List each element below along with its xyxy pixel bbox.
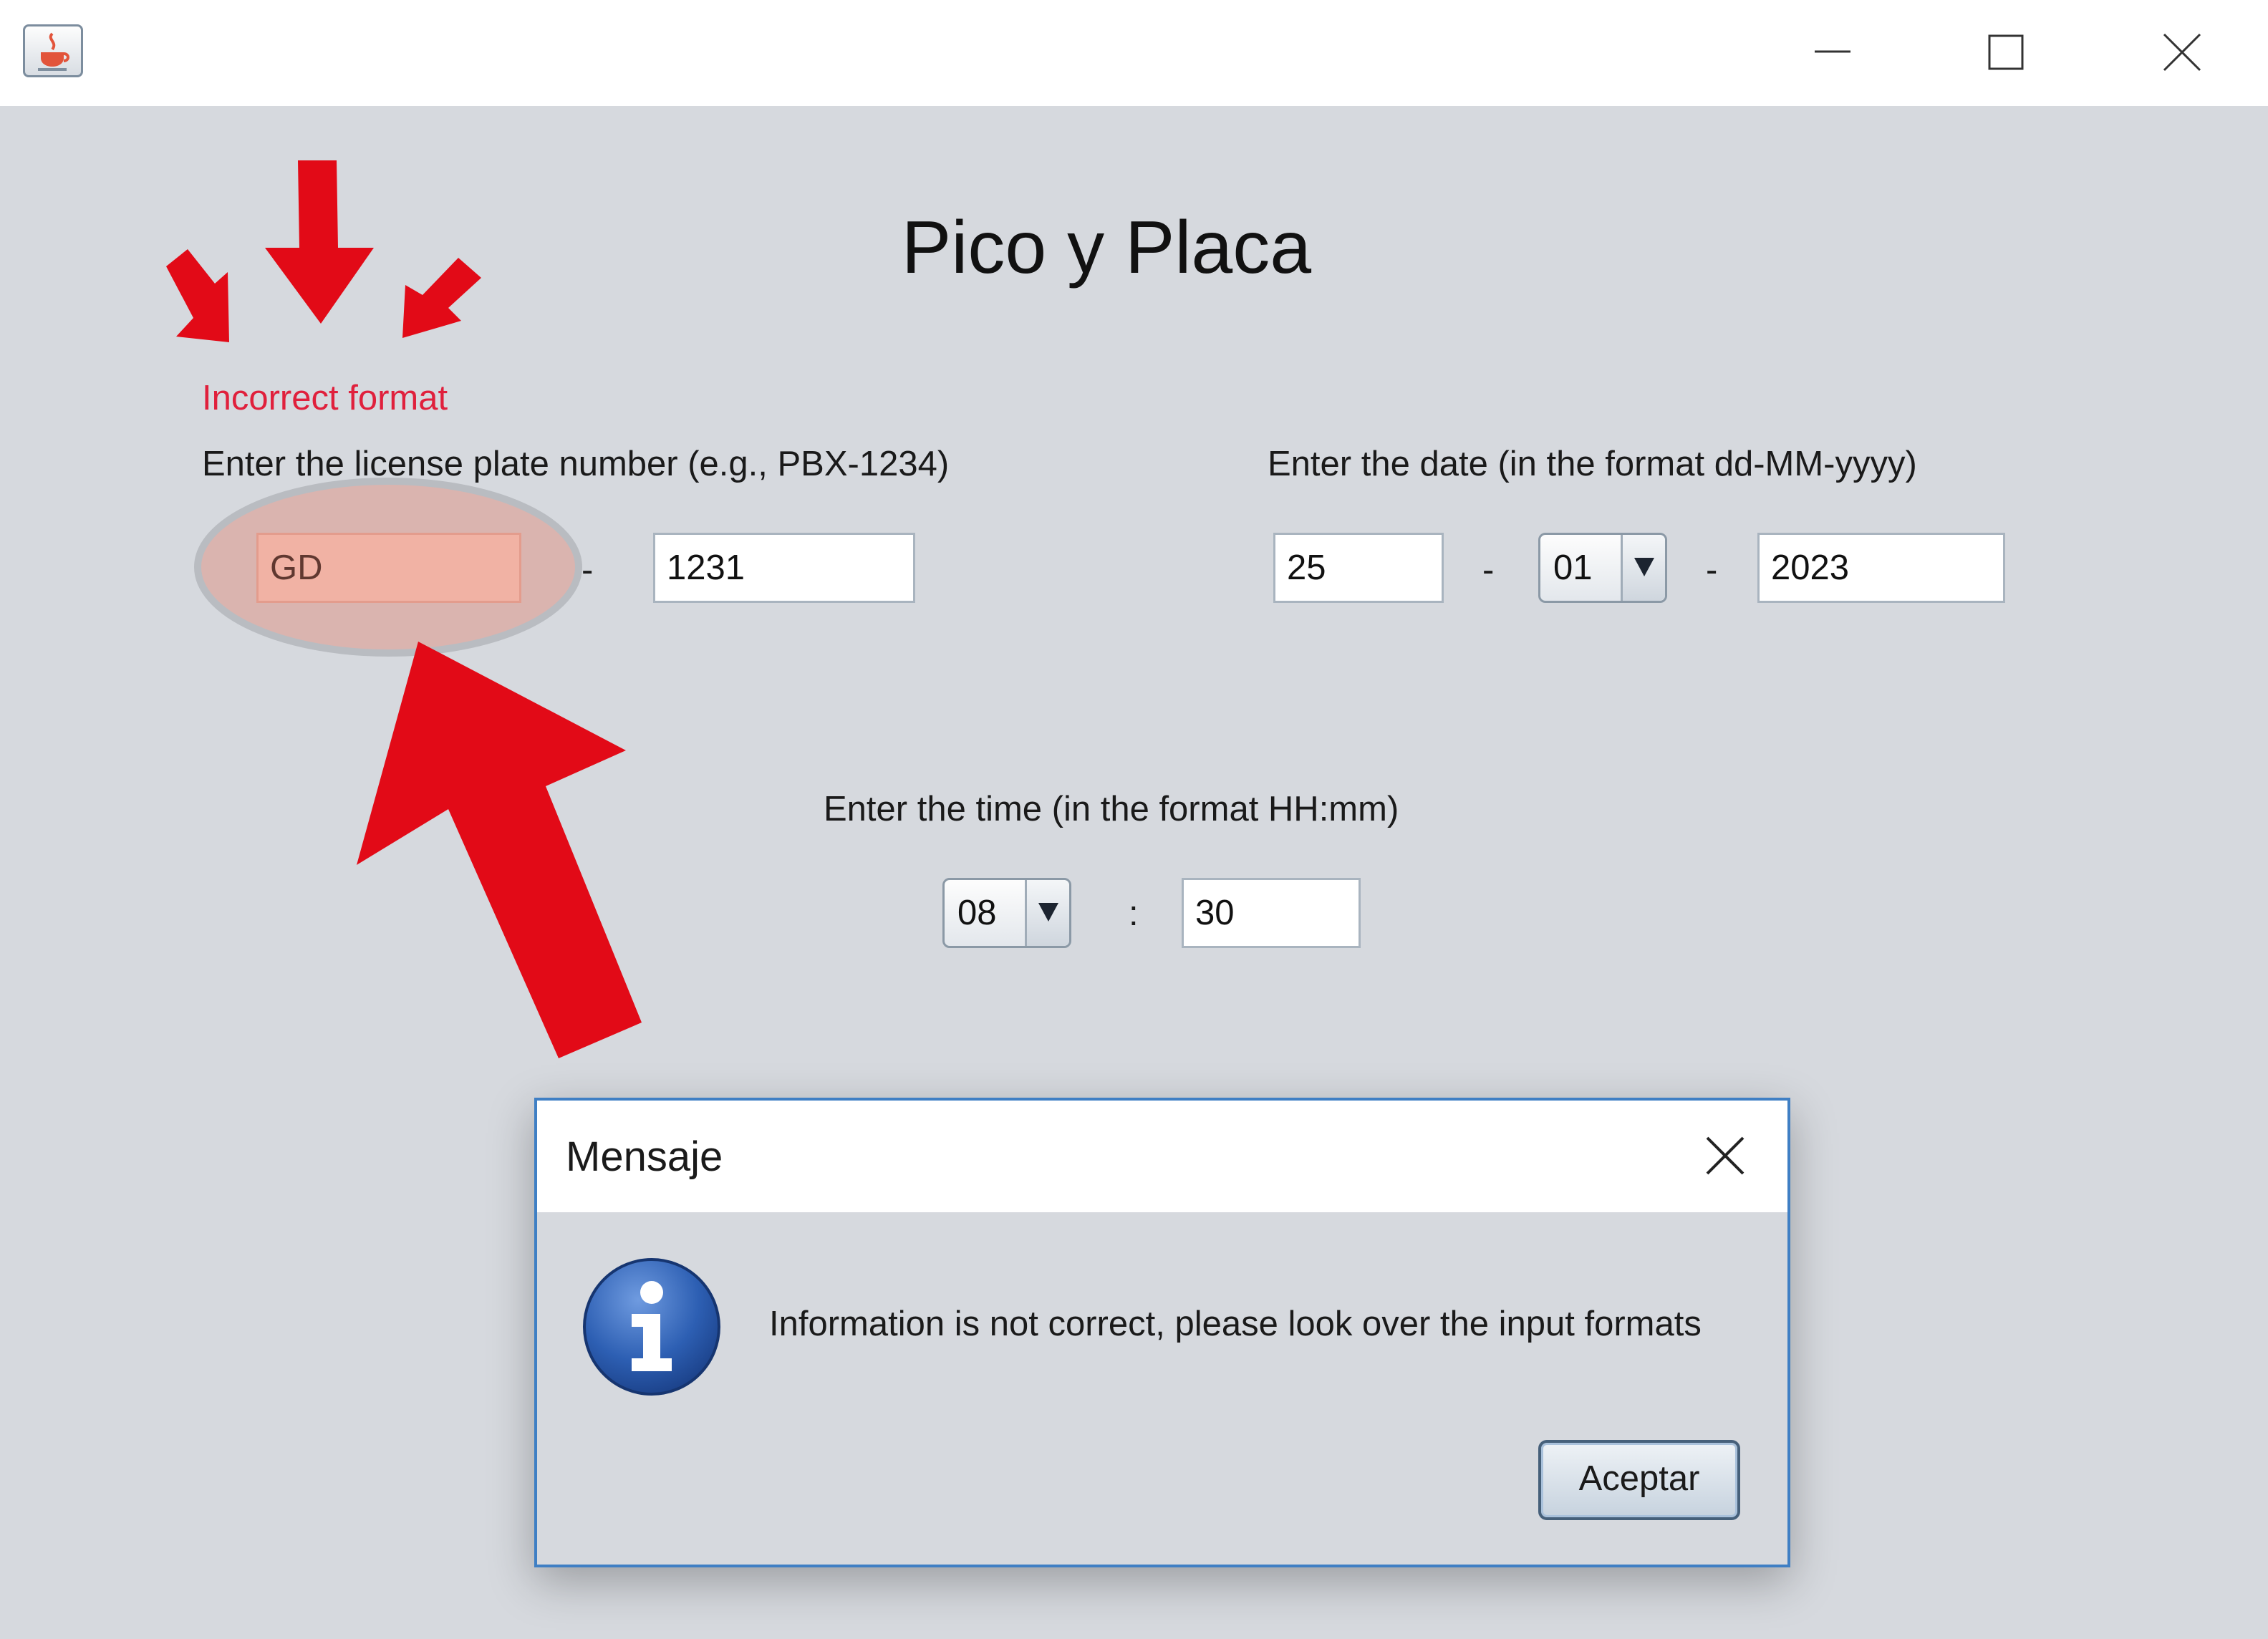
- day-input[interactable]: 25: [1273, 533, 1444, 603]
- plate-separator: -: [582, 551, 594, 589]
- message-dialog: Mensaje Information is not correct, plea…: [534, 1098, 1790, 1567]
- plate-label: Enter the license plate number (e.g., PB…: [202, 445, 950, 483]
- time-label: Enter the time (in the format HH:mm): [824, 790, 1399, 828]
- chevron-down-icon[interactable]: [1025, 880, 1069, 946]
- chevron-down-icon[interactable]: [1621, 535, 1665, 601]
- accept-button[interactable]: Aceptar: [1538, 1440, 1740, 1520]
- month-select[interactable]: 01: [1538, 533, 1667, 603]
- dialog-header: Mensaje: [537, 1101, 1787, 1212]
- date-label: Enter the date (in the format dd-MM-yyyy…: [1268, 445, 1917, 483]
- close-icon[interactable]: [2150, 21, 2214, 86]
- title-bar: [0, 0, 2268, 106]
- dialog-title: Mensaje: [566, 1133, 723, 1180]
- java-cup-icon[interactable]: [23, 24, 83, 77]
- minimize-icon[interactable]: [1800, 21, 1865, 86]
- info-icon: [580, 1255, 723, 1398]
- maximize-icon[interactable]: [1974, 21, 2038, 86]
- close-icon[interactable]: [1697, 1129, 1752, 1184]
- page-title: Pico y Placa: [901, 206, 1312, 289]
- time-separator: :: [1129, 894, 1139, 933]
- year-input[interactable]: 2023: [1757, 533, 2005, 603]
- plate-error-label: Incorrect format: [202, 379, 448, 417]
- date-separator-2: -: [1706, 551, 1718, 589]
- minute-input[interactable]: 30: [1182, 878, 1361, 948]
- month-select-value: 01: [1553, 548, 1593, 587]
- hour-select-value: 08: [957, 894, 997, 932]
- hour-select[interactable]: 08: [942, 878, 1071, 948]
- plate-letters-input[interactable]: GD: [256, 533, 521, 603]
- plate-digits-input[interactable]: 1231: [653, 533, 915, 603]
- dialog-message: Information is not correct, please look …: [769, 1305, 1702, 1343]
- date-separator-1: -: [1482, 551, 1495, 589]
- app-window: Pico y Placa Incorrect format Enter the …: [0, 0, 2268, 1639]
